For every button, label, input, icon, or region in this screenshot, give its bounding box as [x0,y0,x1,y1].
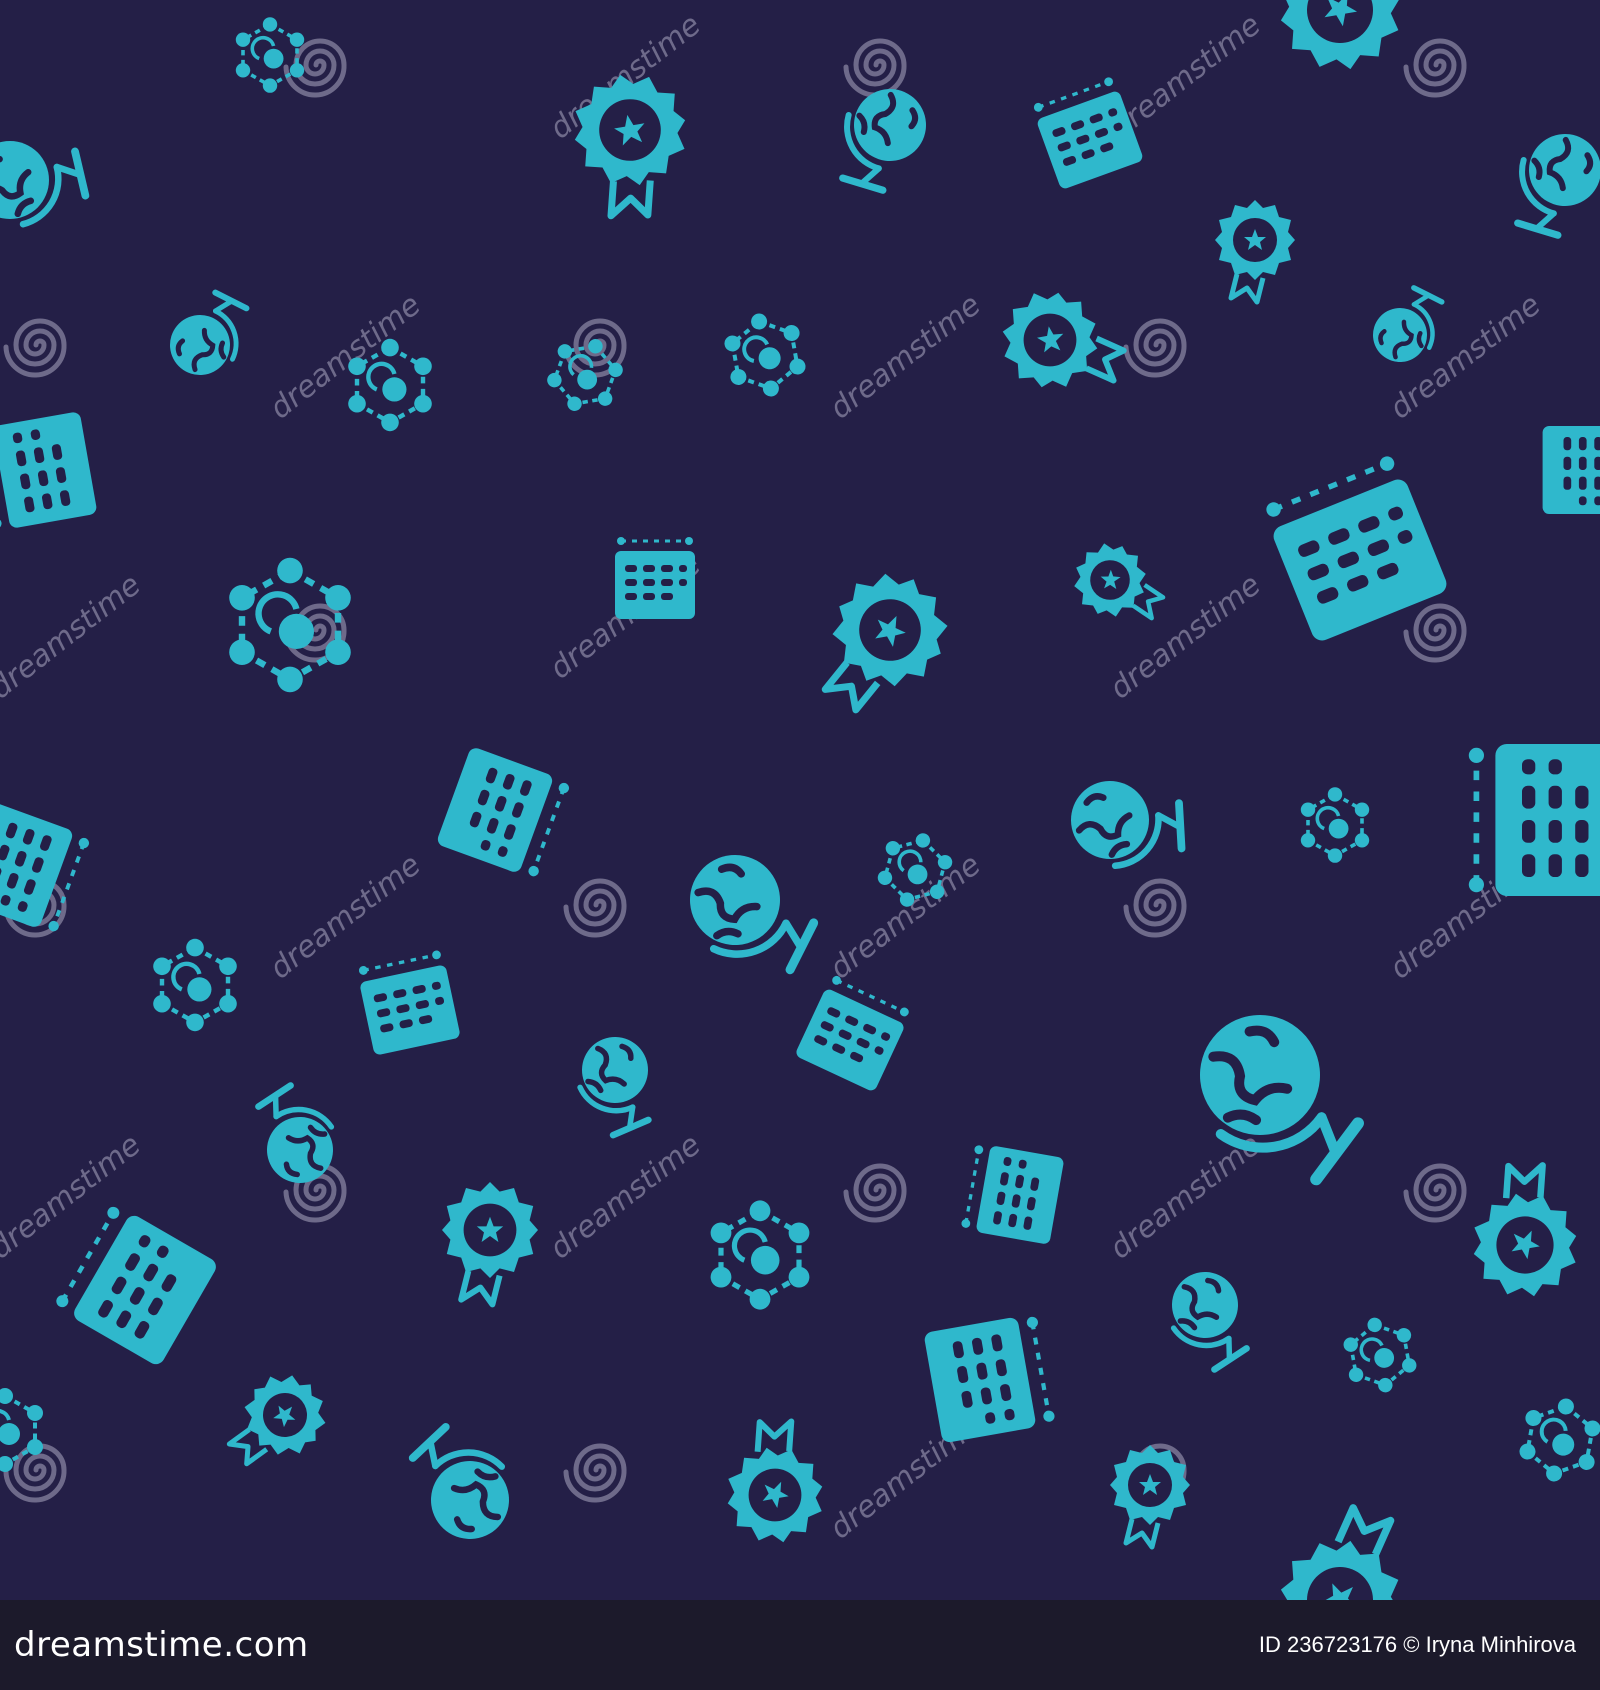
badge-icon [1270,1498,1415,1600]
swirl-logo-icon [846,41,904,95]
swirl-logo-icon [846,1166,904,1220]
calendar-icon [433,744,574,883]
watermark-text: dreamstime [263,847,427,986]
swirl-logo-icon [566,1446,624,1500]
watermark-text: dreamstime [543,1127,707,1266]
globe-icon [247,1077,346,1192]
globe-icon [399,1413,528,1554]
swirl-logo-icon [1126,881,1184,935]
watermark-text: dreamstime [823,847,987,986]
badge-icon [994,284,1131,400]
calendar-icon [0,799,94,938]
badge-icon [1064,534,1175,633]
globe-icon [1495,118,1600,248]
badge-icon [1110,1445,1190,1547]
calendar-icon [792,971,914,1095]
network-icon [1299,785,1371,865]
brand-watermark: dreamstime.com [14,1625,309,1665]
author-credit: © Iryna Minhirova [1403,1632,1576,1657]
image-id: ID 236723176 [1258,1632,1398,1657]
network-icon [153,939,237,1031]
calendar-icon [923,1313,1056,1443]
calendar-icon [958,1140,1067,1247]
calendar-icon [0,409,100,534]
badge-icon [442,1182,538,1304]
badge-icon [1460,1157,1585,1306]
image-credit: ID 236723176 © Iryna Minhirova [1259,1632,1576,1658]
swirl-logo-icon [1406,41,1464,95]
calendar-icon [1028,73,1146,192]
swirl-logo-icon [6,321,64,375]
stock-footer-bar: dreamstime.com ID 236723176 © Iryna Minh… [0,1600,1600,1690]
icon-layer [0,0,1600,1600]
network-icon [234,15,307,95]
badge-icon [215,1359,342,1489]
calendar-icon [53,1202,220,1367]
network-icon [718,305,812,405]
globe-icon [572,1032,658,1140]
calendar-icon [1469,744,1600,896]
globe-icon [820,73,939,203]
globe-icon [1159,1263,1258,1378]
calendar-icon [354,947,463,1058]
swirl-logo-icon [1406,1166,1464,1220]
badge-icon [1215,200,1295,302]
seamless-icon-pattern: dreamstime dreamstime dreamstime dreamst… [0,0,1600,1600]
network-icon [711,1200,810,1309]
badge-icon [803,556,965,733]
swirl-logo-icon [566,881,624,935]
swirl-logo-icon [1126,321,1184,375]
globe-icon [668,837,831,995]
watermark-text-layer: dreamstime dreamstime dreamstime dreamst… [0,7,1547,1546]
globe-icon [158,281,264,390]
network-icon [1337,1310,1423,1400]
badge-icon [1265,0,1410,80]
swirl-logo-icon [1406,606,1464,660]
watermark-text: dreamstime [823,287,987,426]
network-icon [0,1386,45,1474]
watermark-text: dreamstime [0,567,147,706]
calendar-icon [1540,424,1600,516]
network-icon [1513,1390,1600,1490]
badge-icon [715,1413,831,1550]
globe-icon [0,141,85,224]
globe-icon [1064,775,1191,877]
